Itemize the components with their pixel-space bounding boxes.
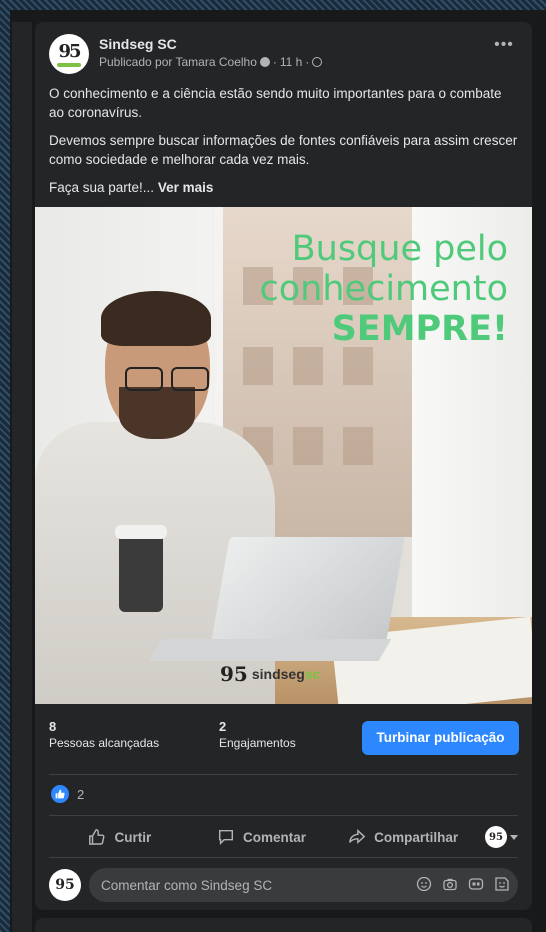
share-label: Compartilhar — [374, 829, 459, 845]
avatar-logo-number: 95 — [58, 40, 81, 62]
post-paragraph-text: Faça sua parte!... — [49, 180, 155, 195]
meta-separator: · — [272, 55, 277, 69]
divider — [49, 815, 518, 816]
like-count: 2 — [77, 786, 85, 802]
engagement-count: 2 — [219, 719, 227, 734]
next-post-edge — [35, 918, 532, 932]
post-paragraph: O conhecimento e a ciência estão sendo m… — [49, 86, 502, 120]
published-by-text[interactable]: Publicado por Tamara Coelho — [99, 55, 257, 69]
image-logo-word: sindseg — [251, 666, 305, 682]
engagement-stat[interactable]: 2 Engajamentos — [219, 719, 296, 750]
comment-icon — [218, 829, 234, 846]
post-paragraph: Devemos sempre buscar informações de fon… — [49, 133, 518, 167]
person-glasses — [125, 367, 215, 391]
identity-switcher[interactable]: 95 — [474, 826, 519, 848]
page-name-link[interactable]: Sindseg SC — [99, 36, 177, 52]
people-reached-stat[interactable]: 8 Pessoas alcançadas — [49, 719, 159, 750]
post-meta: Publicado por Tamara Coelho · 11 h · — [99, 55, 323, 69]
image-logo-number: 95 — [220, 662, 248, 686]
meta-separator: · — [305, 55, 310, 69]
post-text: O conhecimento e a ciência estão sendo m… — [49, 84, 519, 206]
post-time[interactable]: 11 h — [280, 55, 302, 69]
comment-composer: 95 — [49, 868, 518, 902]
commenter-avatar[interactable]: 95 — [49, 869, 81, 901]
reactions-summary[interactable]: 2 — [51, 785, 84, 803]
share-icon — [349, 829, 366, 845]
laptop-screen — [210, 537, 405, 647]
comment-button[interactable]: Comentar — [191, 828, 333, 846]
image-headline: Busque pelo conhecimento SEMPRE! — [260, 229, 508, 349]
like-button[interactable]: Curtir — [49, 828, 191, 846]
window-pane — [343, 427, 373, 465]
person-beard — [119, 387, 195, 439]
like-reaction-icon — [51, 785, 69, 803]
coffee-cup — [119, 532, 163, 612]
like-label: Curtir — [114, 829, 152, 845]
identity-avatar: 95 — [485, 826, 508, 848]
left-sidebar-edge — [12, 22, 32, 932]
image-headline-line: Busque pelo — [291, 229, 508, 269]
people-reached-label: Pessoas alcançadas — [49, 736, 160, 750]
image-logo-text: sindsegsc — [252, 666, 320, 682]
people-reached-count: 8 — [49, 719, 57, 734]
avatar-logo-bar — [57, 63, 81, 67]
comment-tools — [416, 876, 510, 892]
comment-label: Comentar — [243, 829, 307, 845]
engagement-label: Engajamentos — [219, 736, 296, 750]
camera-icon[interactable] — [442, 876, 458, 892]
share-button[interactable]: Compartilhar — [332, 828, 474, 846]
image-logo-suffix: sc — [304, 666, 321, 682]
image-headline-line: conhecimento — [259, 269, 508, 309]
window-pane — [243, 347, 273, 385]
window-pane — [343, 347, 373, 385]
chevron-down-icon — [510, 834, 519, 840]
coffee-cup-lid — [115, 525, 167, 539]
divider — [49, 857, 518, 858]
more-options-button[interactable]: ••• — [490, 37, 518, 58]
globe-icon — [312, 57, 323, 67]
post-image[interactable]: Busque pelo conhecimento SEMPRE! 95 sind… — [35, 207, 532, 704]
window-pane — [293, 347, 323, 385]
page-avatar[interactable]: 95 — [49, 34, 89, 74]
gif-icon[interactable] — [468, 876, 484, 892]
image-headline-line: SEMPRE! — [331, 309, 508, 349]
see-more-link[interactable]: Ver mais — [158, 180, 214, 195]
post-actions: Curtir Comentar Compartilhar 95 — [49, 822, 519, 852]
sticker-icon[interactable] — [494, 876, 510, 892]
post-card: 95 Sindseg SC Publicado por Tamara Coelh… — [35, 22, 532, 910]
emoji-icon[interactable] — [416, 876, 432, 892]
thumbs-up-icon — [89, 829, 105, 845]
post-header: 95 Sindseg SC Publicado por Tamara Coelh… — [49, 34, 518, 78]
person-hair — [101, 291, 211, 346]
boost-post-button[interactable]: Turbinar publicação — [362, 721, 519, 755]
info-icon[interactable] — [259, 57, 270, 67]
insights-row: 8 Pessoas alcançadas 2 Engajamentos Turb… — [49, 719, 519, 763]
post-paragraph-last: Faça sua parte!... Ver mais — [49, 178, 519, 197]
window-pane — [293, 427, 323, 465]
image-logo: 95 sindsegsc — [220, 652, 348, 696]
divider — [49, 774, 518, 775]
